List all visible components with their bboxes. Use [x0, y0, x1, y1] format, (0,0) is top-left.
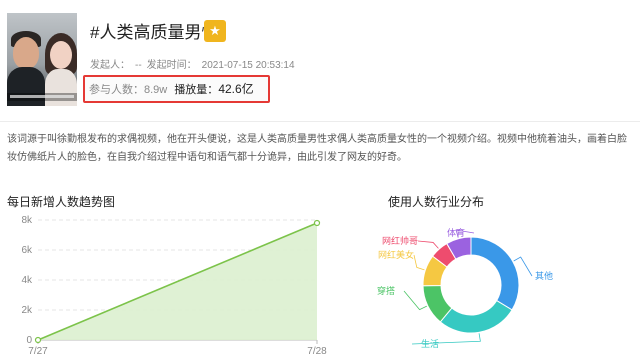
section-divider: [0, 121, 640, 122]
topic-meta: 发起人： -- 发起时间： 2021-07-15 20:53:14: [90, 56, 300, 71]
time-value: 2021-07-15 20:53:14: [201, 60, 295, 71]
initiator-label: 发起人：: [90, 60, 130, 71]
y-tick-label: 4k: [21, 275, 33, 286]
participants-value: 8.9w: [144, 84, 168, 96]
topic-thumbnail[interactable]: [7, 13, 77, 106]
trend-chart: 0 2k 4k 6k 8k 7/27 7/28: [21, 215, 327, 357]
industry-donut-chart: 其他生活 穿搭 网红美女 网红帅哥 体育: [377, 227, 553, 349]
plays-value: 42.6亿: [218, 82, 254, 96]
donut-slice-label: 体育: [447, 227, 465, 238]
donut-slice-label: 网红美女: [378, 249, 414, 260]
participants-label: 参与人数：: [89, 84, 144, 96]
y-tick-label: 8k: [21, 215, 33, 226]
donut-leader-line: [417, 240, 439, 249]
industry-chart-title: 使用人数行业分布: [388, 195, 485, 209]
plays-label: 播放量：: [174, 84, 219, 96]
donut-slice-label: 其他: [535, 270, 553, 281]
donut-slice[interactable]: [439, 299, 513, 334]
time-label: 发起时间：: [146, 60, 197, 71]
donut-slice-label: 生活: [421, 338, 439, 349]
x-tick-label: 7/27: [28, 346, 48, 357]
x-tick-label: 7/28: [307, 346, 327, 357]
y-tick-label: 0: [26, 335, 32, 346]
donut-slice-label: 穿搭: [377, 285, 395, 296]
y-tick-label: 6k: [21, 245, 33, 256]
trend-point[interactable]: [313, 219, 321, 227]
donut-leader-line: [413, 254, 425, 271]
topic-description: 该词源于叫徐勤根发布的求偶视频，他在开头便说，这是人类高质量男性求偶人类高质量女…: [7, 134, 627, 163]
trend-point[interactable]: [34, 336, 42, 344]
donut-slice[interactable]: [470, 236, 520, 311]
stats-box: 参与人数：8.9w 播放量：42.6亿: [83, 75, 270, 103]
y-tick-label: 2k: [21, 305, 33, 316]
topic-title: #人类高质量男性: [90, 23, 219, 42]
initiator-value: --: [135, 60, 142, 71]
star-hot-icon: ★: [204, 20, 226, 42]
donut-slice-label: 网红帅哥: [382, 235, 418, 246]
